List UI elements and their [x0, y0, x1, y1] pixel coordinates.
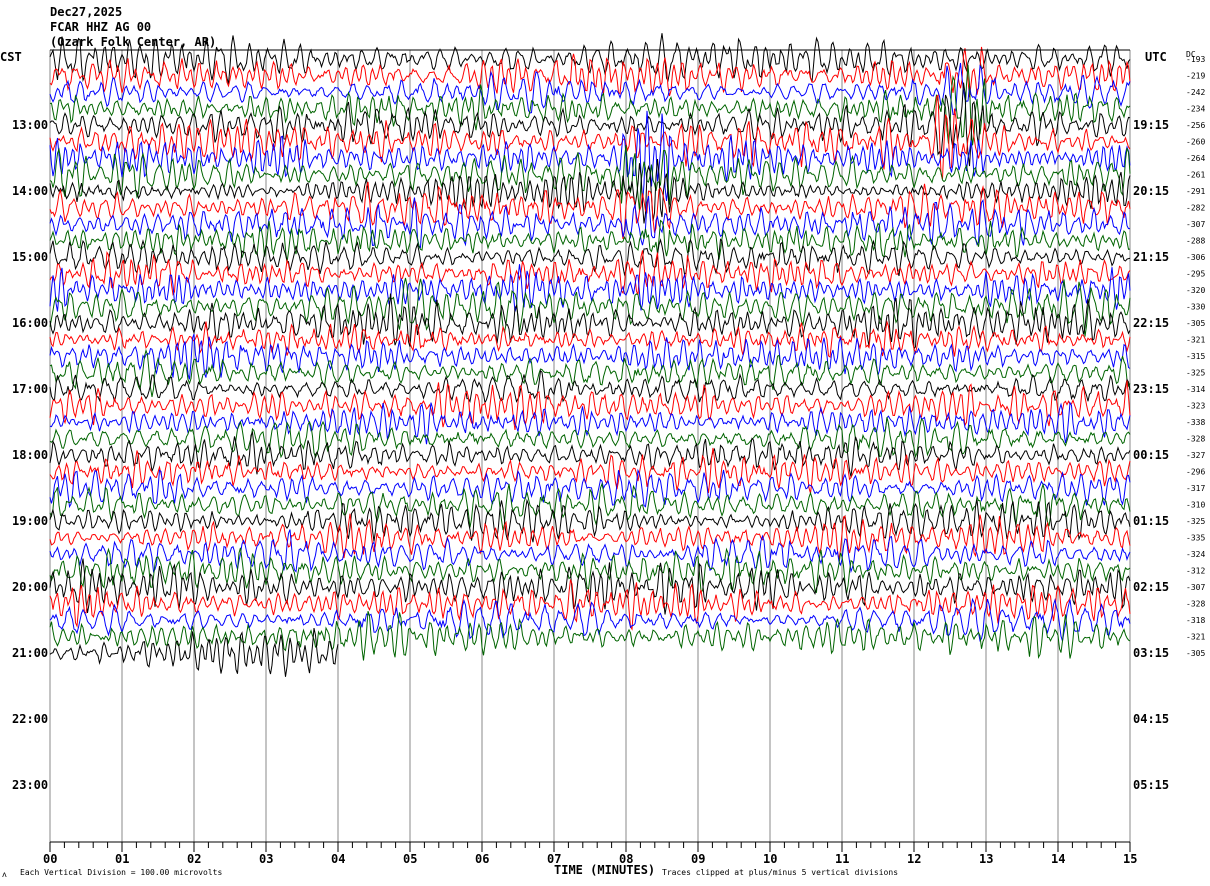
- dc-offset-label: -310: [1186, 501, 1205, 510]
- x-tick-label: 13: [979, 852, 993, 866]
- dc-offset-label: -219: [1186, 72, 1205, 81]
- x-tick-label: 12: [907, 852, 921, 866]
- utc-hour-label: 21:15: [1133, 250, 1169, 264]
- dc-offset-label: -305: [1186, 319, 1205, 328]
- trace-line: [49, 430, 1131, 477]
- dc-offset-label: -193: [1186, 55, 1205, 64]
- x-tick-label: 05: [403, 852, 417, 866]
- utc-axis-title: UTC: [1145, 50, 1167, 64]
- utc-hour-label: 05:15: [1133, 778, 1169, 792]
- cst-hour-label: 14:00: [12, 184, 48, 198]
- dc-offset-label: -288: [1186, 237, 1205, 246]
- trace-line: [49, 513, 1131, 560]
- cst-hour-label: 23:00: [12, 778, 48, 792]
- dc-offset-label: -335: [1186, 534, 1205, 543]
- dc-offset-label: -242: [1186, 88, 1205, 97]
- dc-offset-label: -295: [1186, 270, 1205, 279]
- dc-offset-label: -306: [1186, 253, 1205, 262]
- cst-hour-label: 20:00: [12, 580, 48, 594]
- dc-offset-label: -321: [1186, 336, 1205, 345]
- dc-offset-label: -282: [1186, 204, 1205, 213]
- seismic-traces: [49, 33, 1131, 677]
- trace-line: [49, 482, 1131, 531]
- location-label: (Ozark Folk Center, AR): [50, 35, 216, 49]
- logo-mark: ᴧ: [2, 870, 7, 879]
- utc-hour-label: 22:15: [1133, 316, 1169, 330]
- dc-offset-label: -264: [1186, 154, 1205, 163]
- dc-offset-label: -256: [1186, 121, 1205, 130]
- x-tick-label: 10: [763, 852, 777, 866]
- utc-hour-label: 02:15: [1133, 580, 1169, 594]
- dc-offset-label: -234: [1186, 105, 1205, 114]
- utc-hour-label: 03:15: [1133, 646, 1169, 660]
- x-tick-label: 04: [331, 852, 345, 866]
- cst-hour-label: 15:00: [12, 250, 48, 264]
- x-tick-label: 01: [115, 852, 129, 866]
- dc-offset-label: -324: [1186, 550, 1205, 559]
- dc-offset-label: -260: [1186, 138, 1205, 147]
- dc-offset-label: -328: [1186, 435, 1205, 444]
- dc-offset-label: -338: [1186, 418, 1205, 427]
- cst-hour-labels: 13:00 14:00 15:00 16:00 17:00 18:00 19:00 20:00…: [12, 118, 48, 792]
- utc-hour-label: 20:15: [1133, 184, 1169, 198]
- dc-offset-label: -305: [1186, 649, 1205, 658]
- utc-hour-label: 00:15: [1133, 448, 1169, 462]
- cst-hour-label: 18:00: [12, 448, 48, 462]
- dc-offset-label: -330: [1186, 303, 1205, 312]
- x-axis-title: TIME (MINUTES): [554, 863, 655, 877]
- dc-offset-labels: -193 -219 -242 -234 -256 -260 -264 -261 -291 -282…: [1186, 55, 1205, 658]
- cst-hour-label: 13:00: [12, 118, 48, 132]
- dc-offset-label: -323: [1186, 402, 1205, 411]
- dc-offset-label: -318: [1186, 616, 1205, 625]
- dc-offset-label: -317: [1186, 484, 1205, 493]
- utc-hour-labels: 19:15 20:15 21:15 22:15 23:15 00:15 01:15 02:15…: [1133, 118, 1169, 792]
- dc-offset-label: -307: [1186, 220, 1205, 229]
- dc-offset-label: -327: [1186, 451, 1205, 460]
- dc-offset-label: -328: [1186, 600, 1205, 609]
- scale-note: Each Vertical Division = 100.00 microvol…: [20, 868, 222, 877]
- utc-hour-label: 04:15: [1133, 712, 1169, 726]
- cst-hour-label: 16:00: [12, 316, 48, 330]
- utc-hour-label: 01:15: [1133, 514, 1169, 528]
- dc-offset-label: -291: [1186, 187, 1205, 196]
- clip-note: Traces clipped at plus/minus 5 vertical …: [662, 868, 898, 877]
- cst-axis-title: CST: [0, 50, 22, 64]
- helicorder-chart: Dec27,2025 FCAR HHZ AG 00 (Ozark Folk Ce…: [0, 5, 1205, 879]
- dc-offset-label: -320: [1186, 286, 1205, 295]
- cst-hour-label: 22:00: [12, 712, 48, 726]
- dc-offset-label: -307: [1186, 583, 1205, 592]
- trace-line: [49, 610, 1131, 661]
- date-label: Dec27,2025: [50, 5, 122, 19]
- station-label: FCAR HHZ AG 00: [50, 20, 151, 34]
- dc-offset-label: -296: [1186, 468, 1205, 477]
- utc-hour-label: 23:15: [1133, 382, 1169, 396]
- cst-hour-label: 19:00: [12, 514, 48, 528]
- x-tick-label: 06: [475, 852, 489, 866]
- x-tick-label: 11: [835, 852, 849, 866]
- dc-offset-label: -325: [1186, 369, 1205, 378]
- x-tick-label: 02: [187, 852, 201, 866]
- dc-offset-label: -314: [1186, 385, 1205, 394]
- x-ticks: [49, 842, 1131, 852]
- x-tick-label: 09: [691, 852, 705, 866]
- x-tick-label: 15: [1123, 852, 1137, 866]
- dc-offset-label: -315: [1186, 352, 1205, 361]
- cst-hour-label: 21:00: [12, 646, 48, 660]
- dc-offset-label: -261: [1186, 171, 1205, 180]
- x-tick-label: 00: [43, 852, 57, 866]
- x-tick-label: 03: [259, 852, 273, 866]
- dc-offset-label: -321: [1186, 633, 1205, 642]
- utc-hour-label: 19:15: [1133, 118, 1169, 132]
- trace-line: [49, 219, 1131, 263]
- cst-hour-label: 17:00: [12, 382, 48, 396]
- x-tick-label: 14: [1051, 852, 1065, 866]
- dc-offset-label: -325: [1186, 517, 1205, 526]
- dc-offset-label: -312: [1186, 567, 1205, 576]
